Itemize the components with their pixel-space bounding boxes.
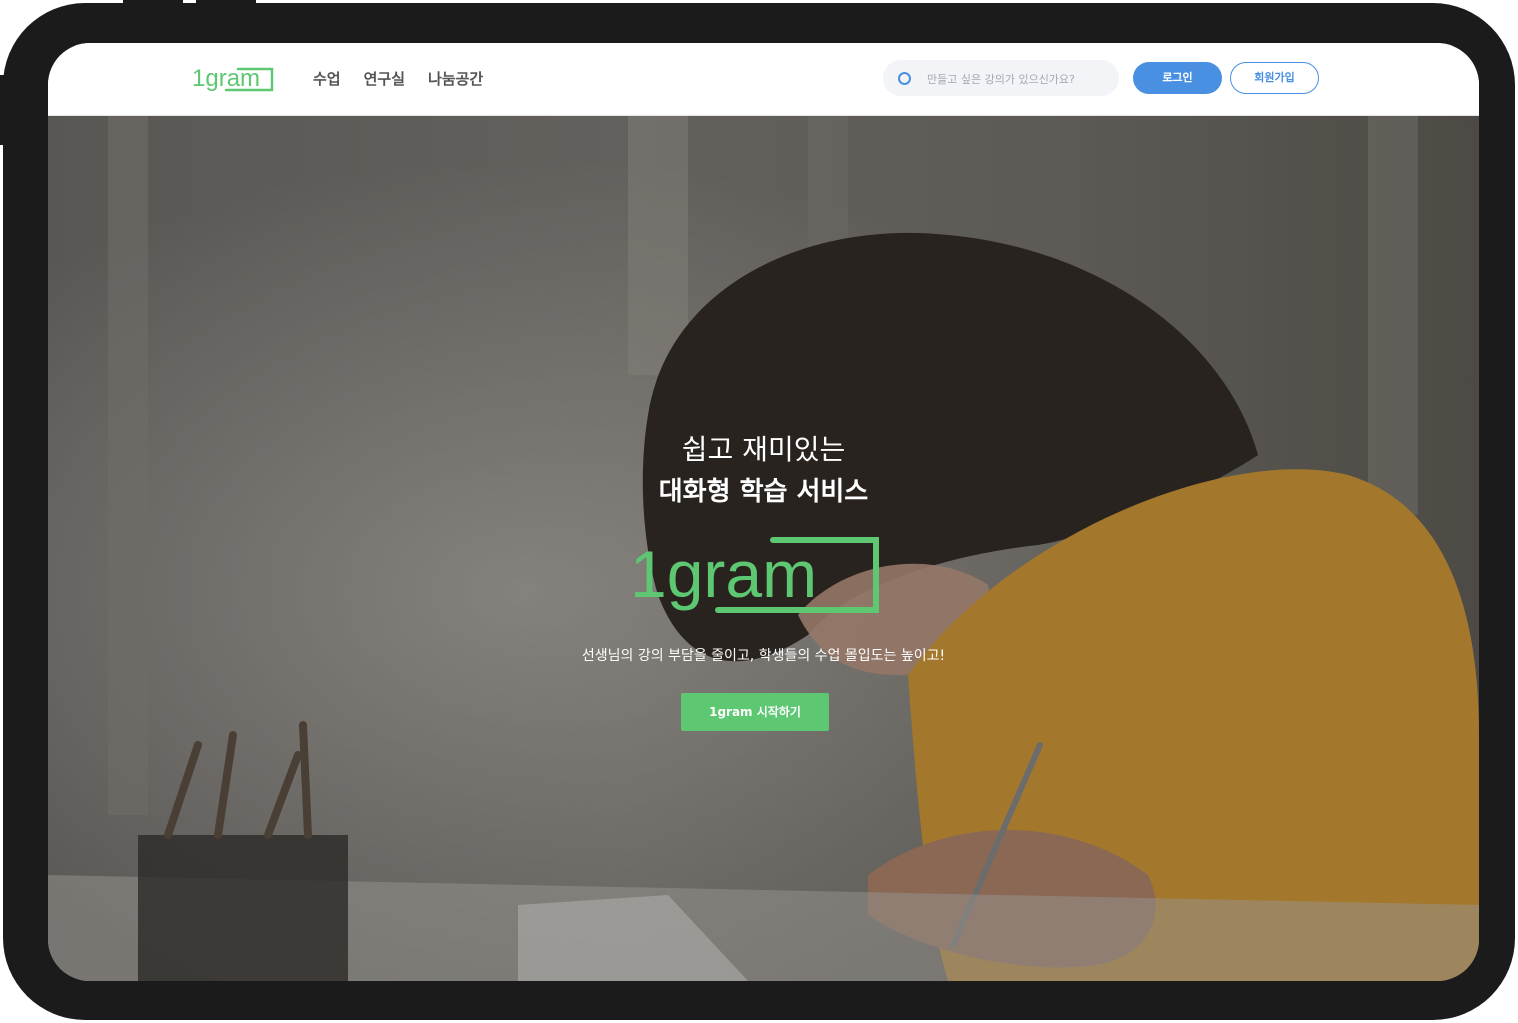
main-nav: 수업 연구실 나눔공간 <box>313 68 483 89</box>
hero-headline-light: 쉽고 재미있는 <box>681 433 846 466</box>
nav-item-sharing[interactable]: 나눔공간 <box>428 68 483 89</box>
tablet-frame: 1gram 수업 연구실 나눔공간 로그인 회원가입 <box>3 3 1515 1020</box>
hero-logo-text: 1gram <box>630 537 817 611</box>
hero-subtitle: 선생님의 강의 부담을 줄이고, 학생들의 수업 몰입도는 높이고! <box>581 648 946 664</box>
nav-item-class[interactable]: 수업 <box>313 68 341 89</box>
screen: 1gram 수업 연구실 나눔공간 로그인 회원가입 <box>48 43 1479 981</box>
nav-item-lab[interactable]: 연구실 <box>364 68 405 89</box>
signup-button[interactable]: 회원가입 <box>1230 62 1319 94</box>
search-bar <box>883 60 1119 98</box>
hero-headline-bold: 대화형 학습 서비스 <box>658 477 869 507</box>
start-button[interactable]: 1gram 시작하기 <box>681 693 829 731</box>
logo[interactable]: 1gram <box>188 63 276 95</box>
hero-logo: 1gram <box>630 537 879 613</box>
hero-content: 쉽고 재미있는 대화형 학습 서비스 1gram 선생님의 강의 부담을 줄이고… <box>48 115 1479 981</box>
search-icon[interactable] <box>898 72 911 85</box>
login-button[interactable]: 로그인 <box>1133 62 1222 94</box>
hero-section: 쉽고 재미있는 대화형 학습 서비스 1gram 선생님의 강의 부담을 줄이고… <box>48 115 1479 981</box>
top-header: 1gram 수업 연구실 나눔공간 로그인 회원가입 <box>48 43 1479 116</box>
search-input[interactable] <box>925 60 1114 98</box>
